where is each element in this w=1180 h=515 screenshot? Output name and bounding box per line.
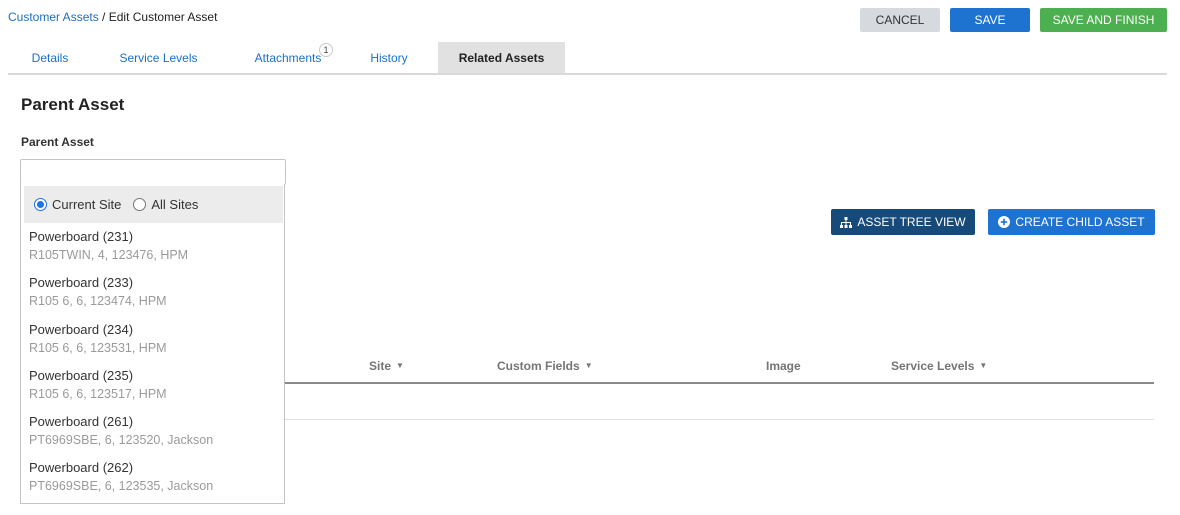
asset-option-title: Powerboard (233) — [29, 275, 134, 291]
asset-option[interactable]: Powerboard (231) R105TWIN, 4, 123476, HP… — [21, 228, 284, 274]
radio-all-sites[interactable]: All Sites — [133, 197, 198, 212]
asset-option-title: Powerboard (261) — [29, 414, 134, 430]
tab-service-levels[interactable]: Service Levels — [106, 42, 211, 73]
tab-related-assets[interactable]: Related Assets — [438, 42, 565, 73]
asset-option-title: Powerboard (235) — [29, 367, 134, 383]
button-label: CREATE CHILD ASSET — [1015, 215, 1145, 229]
asset-tree-view-button[interactable]: ASSET TREE VIEW — [831, 209, 975, 235]
parent-asset-dropdown: Current Site All Sites Powerboard (231) … — [20, 184, 285, 504]
button-label: ASSET TREE VIEW — [857, 215, 966, 229]
sitemap-icon — [840, 216, 853, 228]
parent-asset-label: Parent Asset — [21, 135, 94, 149]
asset-option-details: R105 6, 6, 123517, HPM — [29, 386, 167, 401]
asset-option-details: R105 6, 6, 123474, HPM — [29, 294, 167, 309]
tab-label: Related Assets — [458, 50, 545, 65]
asset-option-details: PT6969SBE, 6, 123520, Jackson — [29, 433, 214, 448]
table-row-divider — [285, 419, 1154, 420]
breadcrumb-link-customer-assets[interactable]: Customer Assets — [8, 10, 99, 24]
column-header-custom-fields[interactable]: Custom Fields ▼ — [497, 357, 593, 374]
column-label: Custom Fields — [497, 358, 580, 373]
column-label: Service Levels — [891, 358, 975, 373]
sort-down-icon: ▼ — [584, 361, 593, 370]
asset-option-title: Powerboard (231) — [29, 229, 134, 244]
breadcrumb-separator: / — [98, 10, 109, 24]
column-label: Site — [369, 358, 392, 373]
attachments-count-badge: 1 — [319, 43, 333, 57]
save-button[interactable]: SAVE — [950, 8, 1030, 32]
asset-option-list: Powerboard (231) R105TWIN, 4, 123476, HP… — [21, 228, 284, 506]
related-assets-table-header: Site ▼ Custom Fields ▼ Image Service Level… — [285, 357, 1154, 384]
column-header-image: Image — [766, 357, 801, 374]
plus-circle-icon — [998, 216, 1011, 228]
breadcrumb-current: Edit Customer Asset — [108, 10, 218, 24]
parent-asset-input[interactable] — [20, 159, 286, 185]
site-scope-radio-group: Current Site All Sites — [24, 186, 283, 223]
tab-label: Details — [31, 50, 69, 65]
tab-label: Attachments — [254, 50, 322, 65]
asset-option[interactable]: Powerboard (233) R105 6, 6, 123474, HPM — [21, 274, 284, 320]
asset-option[interactable]: Powerboard (261) PT6969SBE, 6, 123520, J… — [21, 413, 284, 459]
radio-label: All Sites — [151, 197, 199, 212]
asset-option-details: PT6969SBE, 6, 123535, Jackson — [29, 479, 214, 494]
column-header-site[interactable]: Site ▼ — [369, 357, 404, 374]
create-child-asset-button[interactable]: CREATE CHILD ASSET — [988, 209, 1155, 235]
cancel-button[interactable]: CANCEL — [860, 8, 940, 32]
sort-down-icon: ▼ — [396, 361, 404, 370]
radio-unchecked-icon[interactable] — [133, 198, 147, 211]
column-header-service-levels[interactable]: Service Levels ▼ — [891, 357, 987, 374]
tab-history[interactable]: History — [353, 42, 425, 73]
radio-current-site[interactable]: Current Site — [34, 197, 121, 212]
radio-label: Current Site — [52, 197, 122, 212]
asset-option[interactable]: Powerboard (235) R105 6, 6, 123517, HPM — [21, 367, 284, 413]
header-actions: CANCEL SAVE SAVE AND FINISH — [860, 8, 1167, 32]
breadcrumb: Customer Assets / Edit Customer Asset — [8, 10, 217, 24]
tab-label: Service Levels — [119, 50, 198, 65]
save-and-finish-button[interactable]: SAVE AND FINISH — [1040, 8, 1167, 32]
column-label: Image — [766, 358, 801, 373]
asset-option-details: R105 6, 6, 123531, HPM — [29, 340, 167, 355]
radio-checked-icon[interactable] — [34, 198, 47, 211]
tab-bar: Details Service Levels Attachments 1 His… — [8, 42, 1167, 75]
asset-option[interactable]: Powerboard (262) PT6969SBE, 6, 123535, J… — [21, 459, 284, 505]
asset-option-details: R105TWIN, 4, 123476, HPM — [29, 248, 189, 262]
asset-option-title: Powerboard (234) — [29, 321, 134, 337]
asset-option[interactable]: Powerboard (234) R105 6, 6, 123531, HPM — [21, 321, 284, 367]
tab-label: History — [370, 50, 408, 65]
asset-option-title: Powerboard (262) — [29, 460, 134, 476]
section-title: Parent Asset — [21, 95, 125, 114]
tab-details[interactable]: Details — [8, 42, 92, 73]
sort-down-icon: ▼ — [979, 361, 988, 370]
